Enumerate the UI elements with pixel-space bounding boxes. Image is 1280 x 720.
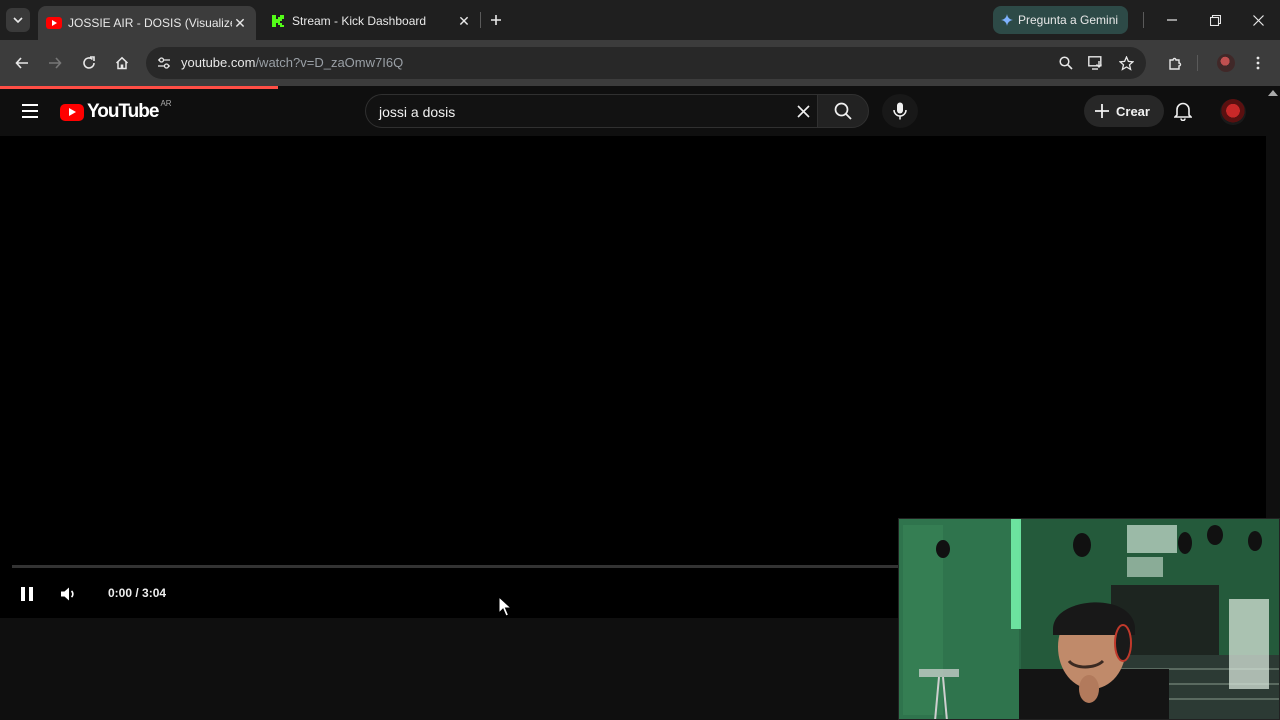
pause-icon [21, 587, 33, 601]
more-vertical-icon [1256, 56, 1260, 70]
mouse-cursor-icon [498, 596, 512, 617]
minimize-button[interactable] [1160, 8, 1184, 32]
volume-icon [61, 587, 74, 601]
youtube-play-icon [60, 103, 84, 121]
streamer-webcam-image [899, 519, 1279, 719]
profile-button[interactable] [1214, 51, 1238, 75]
install-app-button[interactable] [1084, 51, 1108, 75]
tab-youtube[interactable]: JOSSIE AIR - DOSIS (Visualizer) ✕ [38, 6, 256, 40]
clear-search-button[interactable] [791, 99, 815, 123]
voice-search-button[interactable] [882, 94, 918, 128]
extensions-button[interactable] [1163, 51, 1187, 75]
gemini-label: Pregunta a Gemini [1018, 13, 1119, 27]
forward-button[interactable] [43, 51, 67, 75]
page-loading-bar [0, 86, 278, 89]
arrow-right-icon [49, 57, 62, 69]
search-button[interactable] [817, 94, 869, 128]
restore-icon [1209, 14, 1221, 26]
scroll-up-arrow-icon[interactable] [1268, 90, 1278, 96]
youtube-header: YouTube AR jossi a dosis Crear [0, 86, 1266, 136]
search-icon [834, 102, 852, 120]
create-label: Crear [1116, 103, 1150, 119]
close-icon [1252, 14, 1264, 26]
search-query[interactable]: jossi a dosis [379, 104, 455, 120]
bookmark-button[interactable] [1114, 51, 1138, 75]
microphone-icon [893, 102, 907, 120]
arrow-left-icon [15, 57, 28, 69]
account-avatar[interactable] [1220, 99, 1246, 125]
url-text[interactable]: youtube.com/watch?v=D_zaOmw7I6Q [181, 55, 403, 70]
chevron-down-icon [13, 17, 23, 24]
browser-window: JOSSIE AIR - DOSIS (Visualizer) ✕ Stream… [0, 0, 1280, 720]
bell-icon [1174, 102, 1192, 121]
back-button[interactable] [10, 51, 34, 75]
gemini-sparkle-icon [1001, 14, 1013, 26]
notifications-button[interactable] [1171, 99, 1195, 123]
puzzle-icon [1168, 57, 1181, 70]
create-button[interactable]: Crear [1084, 95, 1164, 127]
new-tab-button[interactable] [486, 10, 506, 30]
youtube-favicon-icon [46, 15, 62, 31]
close-tab-icon[interactable]: ✕ [232, 15, 248, 31]
tab-search-button[interactable] [6, 8, 30, 32]
tab-strip: JOSSIE AIR - DOSIS (Visualizer) ✕ Stream… [0, 0, 1280, 40]
kick-favicon-icon [270, 13, 286, 29]
close-icon [796, 104, 810, 118]
plus-icon [491, 15, 501, 25]
reload-button[interactable] [77, 51, 101, 75]
minimize-icon [1167, 19, 1177, 21]
mute-button[interactable] [55, 580, 83, 608]
toolbar-divider [1197, 55, 1198, 71]
zoom-icon [1059, 56, 1073, 70]
star-icon [1118, 55, 1134, 71]
tab-title: Stream - Kick Dashboard [292, 14, 427, 28]
close-tab-icon[interactable]: ✕ [456, 13, 472, 29]
youtube-wordmark: YouTube [87, 101, 159, 122]
toolbar-divider [1143, 12, 1144, 28]
browser-menu-button[interactable] [1246, 51, 1270, 75]
url-host: youtube.com [181, 55, 256, 70]
profile-avatar [1217, 54, 1235, 72]
home-button[interactable] [110, 51, 134, 75]
home-icon [115, 56, 129, 70]
search-input[interactable]: jossi a dosis [365, 94, 817, 128]
close-window-button[interactable] [1246, 8, 1270, 32]
webcam-overlay [898, 518, 1280, 720]
plus-icon [1095, 104, 1109, 118]
install-icon [1088, 56, 1102, 70]
url-path: /watch?v=D_zaOmw7I6Q [255, 55, 404, 70]
gemini-button[interactable]: Pregunta a Gemini [993, 6, 1129, 34]
video-time: 0:00 / 3:04 [108, 586, 167, 600]
reload-icon [83, 56, 95, 69]
guide-menu-button[interactable] [18, 99, 42, 123]
tab-kick-dashboard[interactable]: Stream - Kick Dashboard ✕ [262, 6, 480, 36]
site-info-button[interactable] [152, 51, 176, 75]
pause-button[interactable] [13, 580, 41, 608]
zoom-button[interactable] [1054, 51, 1078, 75]
tune-icon [158, 57, 170, 69]
country-code: AR [160, 98, 172, 108]
address-bar[interactable]: youtube.com/watch?v=D_zaOmw7I6Q [146, 47, 1146, 79]
youtube-logo[interactable]: YouTube AR [60, 98, 172, 123]
browser-toolbar: youtube.com/watch?v=D_zaOmw7I6Q [0, 40, 1280, 86]
tab-divider [480, 12, 481, 28]
tab-title: JOSSIE AIR - DOSIS (Visualizer) [68, 16, 232, 30]
restore-button[interactable] [1203, 8, 1227, 32]
